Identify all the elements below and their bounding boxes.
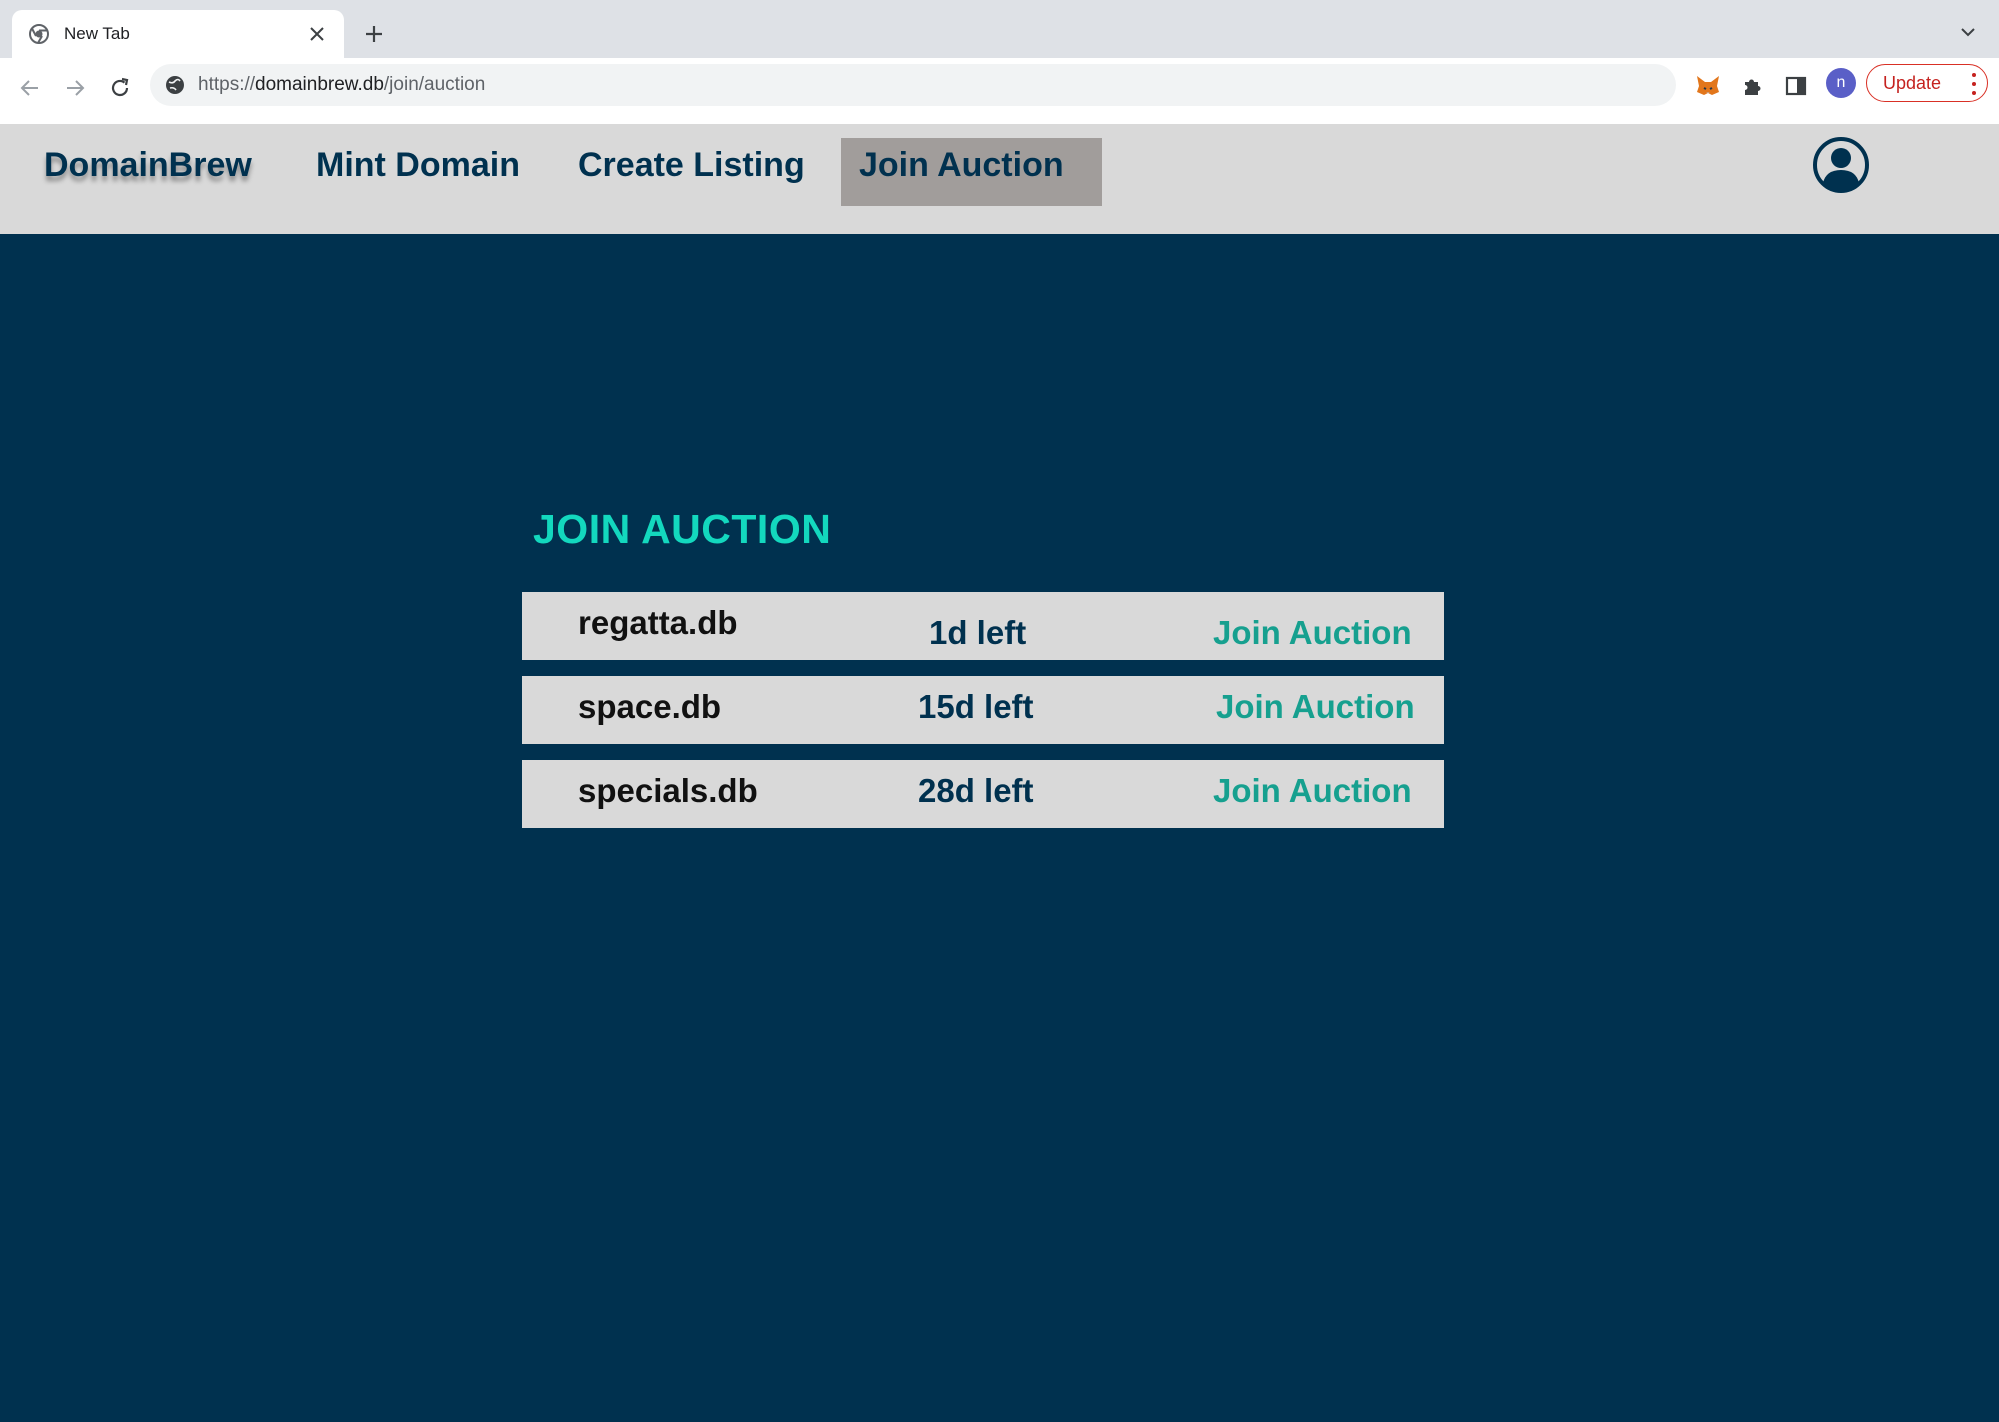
join-auction-link[interactable]: Join Auction bbox=[1216, 688, 1415, 726]
auction-row: space.db 15d left Join Auction bbox=[522, 676, 1444, 744]
browser-tab[interactable]: New Tab bbox=[12, 10, 344, 58]
forward-button[interactable] bbox=[55, 68, 95, 108]
nav-join-auction[interactable]: Join Auction bbox=[859, 146, 1064, 185]
browser-toolbar: https://domainbrew.db/join/auction n Upd… bbox=[0, 58, 1999, 124]
brand-logo[interactable]: DomainBrew bbox=[44, 146, 252, 185]
auction-row: regatta.db 1d left Join Auction bbox=[522, 592, 1444, 660]
arrow-right-icon bbox=[67, 80, 85, 96]
join-auction-link[interactable]: Join Auction bbox=[1213, 772, 1412, 810]
nav-mint-domain[interactable]: Mint Domain bbox=[316, 146, 520, 185]
address-bar[interactable]: https://domainbrew.db/join/auction bbox=[150, 64, 1676, 106]
back-button[interactable] bbox=[10, 68, 50, 108]
chrome-icon bbox=[28, 23, 50, 45]
profile-avatar[interactable]: n bbox=[1826, 68, 1856, 98]
user-circle-icon[interactable] bbox=[1812, 136, 1870, 194]
new-tab-button[interactable] bbox=[358, 18, 390, 50]
domain-name: specials.db bbox=[578, 772, 758, 809]
metamask-extension-icon[interactable] bbox=[1692, 70, 1724, 102]
kebab-menu-icon bbox=[1971, 73, 1977, 95]
update-label: Update bbox=[1883, 72, 1942, 93]
site-header: DomainBrew Mint Domain Create Listing Jo… bbox=[0, 124, 1999, 234]
arrow-left-icon bbox=[20, 80, 38, 96]
site-info-icon[interactable] bbox=[164, 74, 186, 96]
side-panel-icon[interactable] bbox=[1780, 70, 1812, 102]
join-auction-link[interactable]: Join Auction bbox=[1213, 614, 1412, 652]
close-icon[interactable] bbox=[304, 21, 330, 47]
nav-create-listing[interactable]: Create Listing bbox=[578, 146, 805, 185]
page-title: JOIN AUCTION bbox=[533, 506, 832, 552]
time-left: 1d left bbox=[929, 614, 1027, 651]
time-left: 15d left bbox=[918, 688, 1034, 725]
time-left: 28d left bbox=[918, 772, 1034, 809]
extensions-puzzle-icon[interactable] bbox=[1736, 70, 1768, 102]
tab-strip: New Tab bbox=[0, 0, 1999, 58]
auction-row: specials.db 28d left Join Auction bbox=[522, 760, 1444, 828]
plus-icon bbox=[366, 26, 382, 42]
tab-title: New Tab bbox=[64, 24, 130, 43]
reload-button[interactable] bbox=[100, 68, 140, 108]
domain-name: space.db bbox=[578, 688, 722, 725]
url-text: https://domainbrew.db/join/auction bbox=[198, 74, 486, 95]
chevron-down-icon bbox=[1961, 28, 1975, 37]
domain-name: regatta.db bbox=[578, 604, 738, 641]
update-button[interactable]: Update bbox=[1866, 64, 1988, 102]
tab-search-button[interactable] bbox=[1954, 18, 1982, 46]
reload-icon bbox=[111, 77, 129, 97]
